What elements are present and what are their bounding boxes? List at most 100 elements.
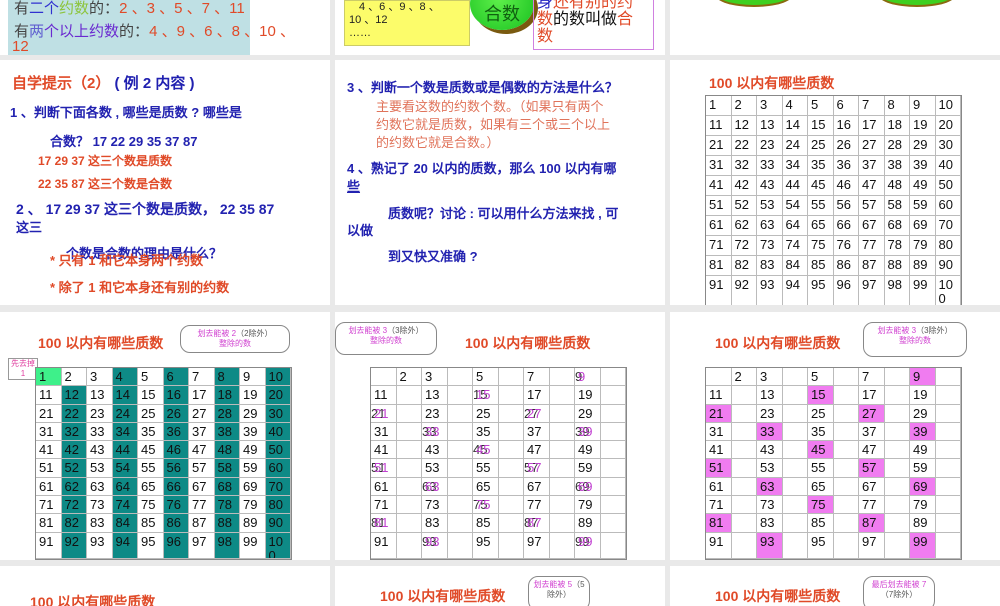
grid-cell: 31 <box>706 156 732 176</box>
grid-cell <box>549 368 575 387</box>
grid-cell: 41 <box>371 441 397 460</box>
grid-cell: 48 <box>214 441 240 460</box>
yellow-note: 4 、6 、9 、8 、 10 、12 …… <box>344 0 470 46</box>
slide-thumb-6[interactable]: 100 以内有哪些质数 1 2 3 4 5 6 7 8 9 10 11 12 13 14 15 16 17 18 1… <box>670 60 1000 305</box>
grid-cell <box>549 441 575 460</box>
grid-cell <box>600 477 626 497</box>
grid-cell: 74 <box>112 496 138 515</box>
grid-cell <box>782 496 808 515</box>
grid-cell <box>600 441 626 460</box>
grid-cell: 49 <box>910 176 936 196</box>
grid-cell: 53 <box>422 459 448 478</box>
grid-cell: 15 <box>808 386 834 405</box>
grid-cell: 26 <box>833 136 859 156</box>
grid-cell: 77 <box>524 496 550 515</box>
grid-cell: 55 <box>138 459 164 478</box>
slide-title: 100 以内有哪些质数 <box>30 594 156 606</box>
grid-cell: 5 <box>808 96 834 116</box>
slide-title: 100 以内有哪些质数 <box>715 588 841 604</box>
grid-cell <box>833 514 859 533</box>
two-divisors-line: 有二个约数的：2 、3 、5 、7 、11 <box>14 0 245 18</box>
slide-thumb-11[interactable]: 100 以内有哪些质数 划去能被 5（5除外） <box>335 566 665 606</box>
slide-thumb-3[interactable] <box>670 0 1000 55</box>
grid-cell <box>731 386 757 405</box>
grid-cell: 47 <box>859 176 885 196</box>
grid-cell: 27 <box>189 404 215 423</box>
grid-cell: 15 <box>473 386 499 405</box>
grid-cell: 67 <box>859 477 885 497</box>
slide-title: 100 以内有哪些质数 <box>465 335 591 351</box>
grid-cell <box>600 422 626 442</box>
reason-1: * 只有 1 和它本身两个约数 <box>50 253 204 268</box>
slide-thumb-1[interactable]: 有二个约数的：2 、3 、5 、7 、11 有两个以上约数的：4 、9 、6 、… <box>0 0 330 55</box>
question-3: 3 、判断一个数是质数或是偶数的方法是什么？ <box>347 80 618 95</box>
grid-cell <box>935 422 961 442</box>
grid-cell: 81 <box>706 256 732 276</box>
grid-cell: 66 <box>163 477 189 497</box>
grid-cell: 23 <box>757 404 783 423</box>
grid-cell <box>884 496 910 515</box>
grid-cell: 91 <box>706 532 732 559</box>
grid-cell: 31 <box>371 422 397 442</box>
grid-cell: 65 <box>138 477 164 497</box>
text: 最后划去能被 7 <box>871 580 927 589</box>
grid-cell <box>782 459 808 478</box>
grid-cell: 19 <box>240 386 266 405</box>
grid-cell: 3 <box>757 368 783 387</box>
grid-cell: 95 <box>808 276 834 305</box>
grid-cell <box>935 532 961 559</box>
grid-cell: 37 <box>859 422 885 442</box>
grid-cell: 15 <box>138 386 164 405</box>
callout-divisible-by-3: 划去能被 3（3除外） 整除的数 <box>863 322 967 357</box>
grid-cell <box>396 459 422 478</box>
grid-cell <box>935 386 961 405</box>
slide-thumb-2[interactable]: 4 、6 、9 、8 、 10 、12 …… 合数 身还有别的约 数的数叫做合 … <box>335 0 665 55</box>
grid-cell: 51 <box>706 459 732 478</box>
slide-thumb-8[interactable]: 100 以内有哪些质数 划去能被 3（3除外） 整除的数 2 3 5 7 9 11 13 15 1… <box>335 312 665 560</box>
slide-thumb-7[interactable]: 100 以内有哪些质数 划去能被 2（2除外） 整除的数 先去掉1 1234567… <box>0 312 330 560</box>
grid-cell: 5 <box>808 368 834 387</box>
grid-cell: 82 <box>61 514 87 533</box>
callout-divisible-by-7: 最后划去能被 7（7除外） <box>863 576 935 606</box>
grid-cell <box>706 368 732 387</box>
grid-cell: 61 <box>706 477 732 497</box>
question-4-cont: 些 <box>347 179 361 194</box>
grid-cell: 100 <box>265 532 291 559</box>
grid-cell: 23 <box>422 404 448 423</box>
grid-cell: 41 <box>36 441 62 460</box>
grid-cell: 37 <box>189 422 215 442</box>
grid-cell: 29 <box>910 404 936 423</box>
text: 身 <box>537 0 554 11</box>
grid-cell: 47 <box>859 441 885 460</box>
grid-cell: 18 <box>214 386 240 405</box>
grid-cell <box>396 422 422 442</box>
grid-cell: 83 <box>757 514 783 533</box>
text: ( 例 2 内容 ) <box>114 75 195 92</box>
grid-cell <box>549 386 575 405</box>
grid-cell: 4 <box>112 368 138 387</box>
grid-cell <box>447 532 473 559</box>
grid-cell: 61 <box>371 477 397 497</box>
grid-cell: 57 <box>524 459 550 478</box>
slide-thumb-4[interactable]: 自学提示（2） ( 例 2 内容 ) 1 、判断下面各数 , 哪些是质数 ? 哪… <box>0 60 330 305</box>
grid-cell: 61 <box>36 477 62 497</box>
grid-cell: 45 <box>808 441 834 460</box>
slide-thumb-5[interactable]: 3 、判断一个数是质数或是偶数的方法是什么？ 主要看这数的约数个数。（如果只有两… <box>335 60 665 305</box>
grid-cell: 57 <box>189 459 215 478</box>
slide-thumb-12[interactable]: 100 以内有哪些质数 最后划去能被 7（7除外） <box>670 566 1000 606</box>
text: 12 <box>12 38 29 55</box>
grid-cell: 96 <box>834 276 859 305</box>
grid-cell <box>371 368 397 387</box>
grid-cell: 43 <box>757 441 783 460</box>
green-ellipse-left <box>715 0 793 5</box>
grid-cell: 63 <box>87 477 113 497</box>
grid-cell: 26 <box>163 404 189 423</box>
grid-cell <box>782 422 808 442</box>
grid-cell: 46 <box>833 176 859 196</box>
grid-cell: 34 <box>782 156 808 176</box>
slide-thumb-10[interactable]: 100 以内有哪些质数 <box>0 566 330 606</box>
slide-thumb-9[interactable]: 100 以内有哪些质数 划去能被 3（3除外） 整除的数 2 3 5 7 9 11 13 15 1… <box>670 312 1000 560</box>
grid-cell: 4 <box>782 96 808 116</box>
grid-cell: 76 <box>163 496 189 515</box>
grid-cell: 50 <box>935 176 961 196</box>
